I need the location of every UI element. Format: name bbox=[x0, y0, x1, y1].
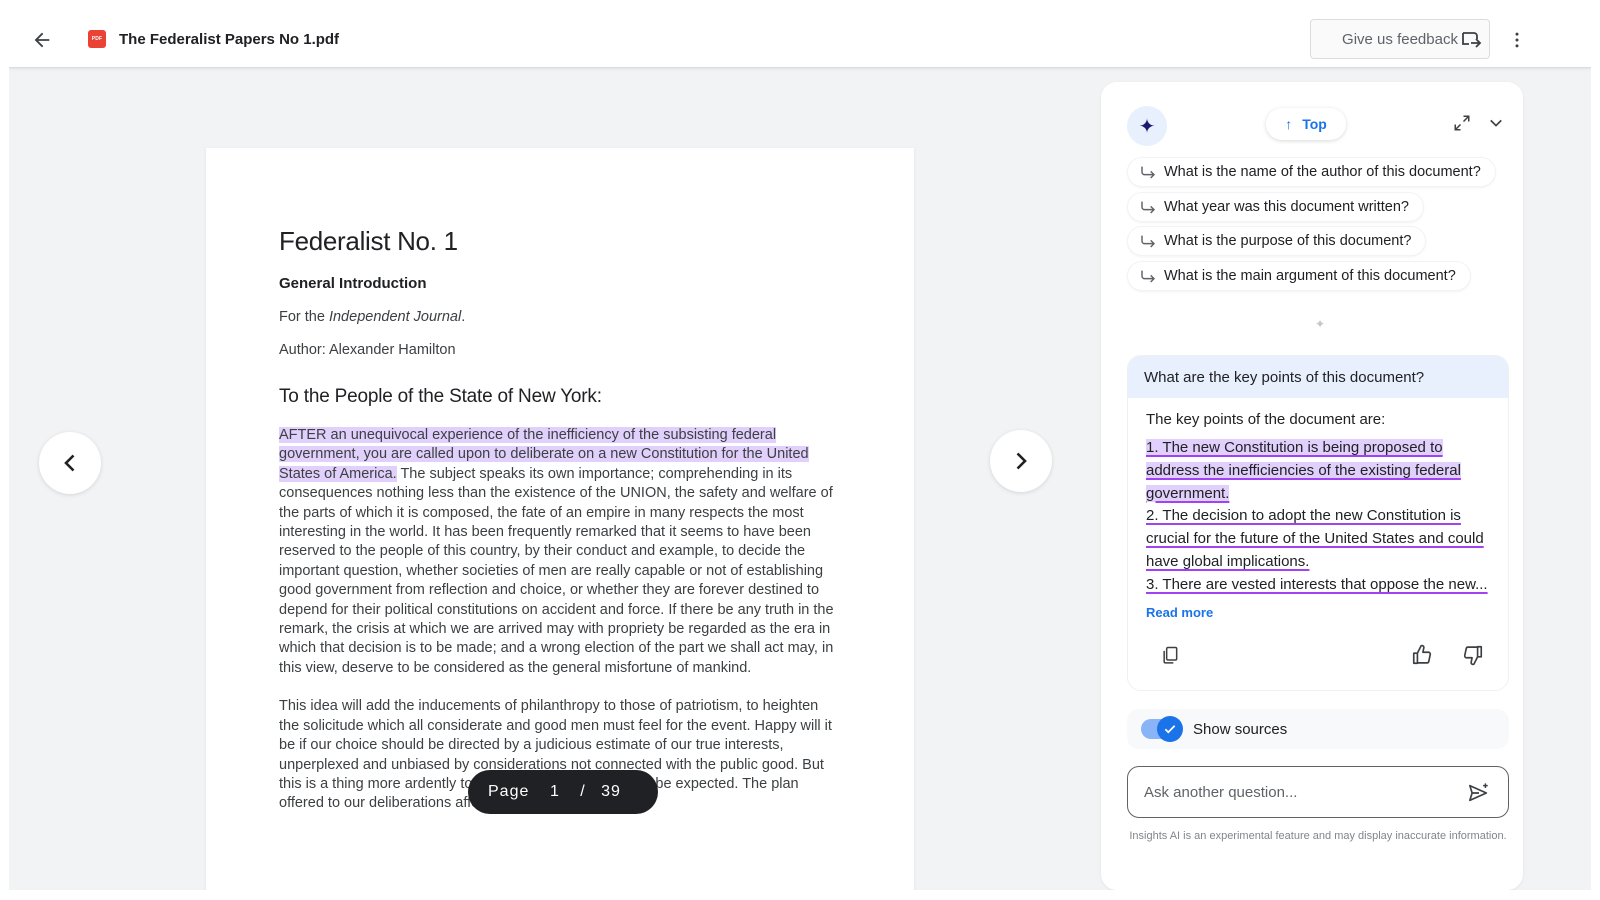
top-bar: PDF The Federalist Papers No 1.pdf Give … bbox=[9, 12, 1591, 68]
small-sparkle-icon: ✦ bbox=[1315, 317, 1326, 331]
ask-question-box bbox=[1127, 766, 1509, 818]
previous-page-button[interactable] bbox=[39, 432, 101, 494]
answer-lead: The key points of the document are: bbox=[1146, 411, 1386, 428]
answer-point-3[interactable]: 3. There are vested interests that oppos… bbox=[1146, 574, 1490, 597]
arrow-up-icon: ↑ bbox=[1285, 116, 1293, 132]
disclaimer-text: Insights AI is an experimental feature a… bbox=[1129, 830, 1507, 842]
send-icon[interactable] bbox=[1466, 780, 1492, 806]
pdf-file-icon: PDF bbox=[88, 30, 106, 48]
answer-card: What are the key points of this document… bbox=[1127, 355, 1509, 691]
open-in-new-icon[interactable] bbox=[1456, 25, 1486, 55]
salutation: To the People of the State of New York: bbox=[279, 386, 602, 407]
page-label: Page bbox=[488, 783, 530, 800]
asked-question: What are the key points of this document… bbox=[1128, 356, 1508, 398]
journal-line: For the Independent Journal. bbox=[279, 309, 466, 325]
reply-arrow-icon bbox=[1140, 200, 1156, 214]
suggestion-chip-author[interactable]: What is the name of the author of this d… bbox=[1127, 157, 1496, 187]
suggestion-chip-purpose[interactable]: What is the purpose of this document? bbox=[1127, 226, 1427, 256]
reply-arrow-icon bbox=[1140, 269, 1156, 283]
insights-panel: ✦ ↑ Top What is the name of the author o… bbox=[1101, 82, 1523, 890]
show-sources-toggle[interactable] bbox=[1141, 716, 1183, 742]
sparkle-icon: ✦ bbox=[1127, 106, 1167, 146]
document-subtitle: General Introduction bbox=[279, 275, 427, 292]
answer-point-1[interactable]: 1. The new Constitution is being propose… bbox=[1146, 437, 1490, 505]
thumbs-up-icon[interactable] bbox=[1408, 641, 1436, 669]
suggestion-chip-year[interactable]: What year was this document written? bbox=[1127, 192, 1424, 222]
next-page-button[interactable] bbox=[990, 430, 1052, 492]
current-page: 1 bbox=[550, 783, 560, 800]
page-separator: / bbox=[580, 783, 586, 800]
show-sources-row: Show sources bbox=[1127, 709, 1509, 749]
back-arrow-icon[interactable] bbox=[27, 25, 57, 55]
copy-icon[interactable] bbox=[1156, 641, 1184, 669]
paragraph-1: AFTER an unequivocal experience of the i… bbox=[279, 427, 834, 676]
app-frame: PDF The Federalist Papers No 1.pdf Give … bbox=[9, 12, 1591, 890]
total-pages: 39 bbox=[601, 783, 621, 800]
thumbs-down-icon[interactable] bbox=[1459, 641, 1487, 669]
document-heading: Federalist No. 1 bbox=[279, 226, 458, 256]
more-vert-icon[interactable] bbox=[1502, 25, 1532, 55]
chevron-down-icon[interactable] bbox=[1483, 110, 1509, 136]
reply-arrow-icon bbox=[1140, 165, 1156, 179]
document-title: The Federalist Papers No 1.pdf bbox=[119, 31, 340, 48]
answer-points: 1. The new Constitution is being propose… bbox=[1146, 437, 1490, 597]
answer-point-2[interactable]: 2. The decision to adopt the new Constit… bbox=[1146, 505, 1490, 573]
show-sources-label: Show sources bbox=[1193, 720, 1288, 738]
ask-question-input[interactable] bbox=[1144, 783, 1444, 801]
expand-icon[interactable] bbox=[1449, 110, 1475, 136]
page-indicator: Page 1 / 39 bbox=[468, 770, 658, 814]
check-icon bbox=[1157, 716, 1183, 742]
author-line: Author: Alexander Hamilton bbox=[279, 342, 456, 358]
scroll-to-top-button[interactable]: ↑ Top bbox=[1266, 108, 1346, 140]
read-more-link[interactable]: Read more bbox=[1146, 605, 1213, 620]
reply-arrow-icon bbox=[1140, 234, 1156, 248]
suggestion-chip-argument[interactable]: What is the main argument of this docume… bbox=[1127, 261, 1471, 291]
